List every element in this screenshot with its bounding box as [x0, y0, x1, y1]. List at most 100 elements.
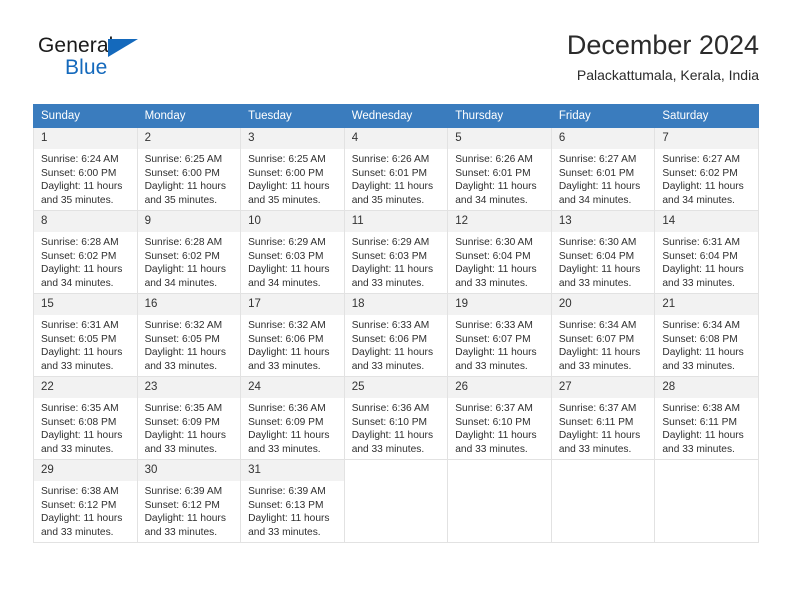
day-number: 22	[34, 377, 137, 398]
calendar-table: Sunday Monday Tuesday Wednesday Thursday…	[33, 104, 759, 543]
sunset-text: Sunset: 6:04 PM	[558, 250, 635, 262]
sunrise-text: Sunrise: 6:29 AM	[351, 237, 430, 248]
sunrise-text: Sunrise: 6:34 AM	[662, 320, 740, 331]
calendar-week-row: 15 Sunrise: 6:31 AM Sunset: 6:05 PM Dayligh…	[33, 293, 759, 377]
calendar-day-cell[interactable]: 10 Sunrise: 6:29 AM Sunset: 6:03 PM Dayligh…	[240, 210, 345, 294]
calendar-day-cell[interactable]: 9 Sunrise: 6:28 AM Sunset: 6:02 PM Daylight…	[136, 210, 242, 294]
sunset-text: Sunset: 6:09 PM	[248, 416, 324, 428]
calendar-day-cell[interactable]: 27 Sunrise: 6:37 AM Sunset: 6:11 PM Dayligh…	[550, 376, 656, 460]
daylight-text: Daylight: 11 hours and 35 minutes.	[248, 181, 330, 206]
calendar-day-cell[interactable]: 8 Sunrise: 6:28 AM Sunset: 6:02 PM Daylight…	[33, 210, 138, 294]
day-info: Sunrise: 6:39 AM Sunset: 6:13 PM Daylight:…	[241, 481, 344, 539]
calendar-day-cell[interactable]: 17 Sunrise: 6:32 AM Sunset: 6:06 PM Dayligh…	[240, 293, 345, 377]
calendar-day-cell[interactable]: 13 Sunrise: 6:30 AM Sunset: 6:04 PM Dayligh…	[550, 210, 656, 294]
daylight-text: Daylight: 11 hours and 34 minutes.	[662, 181, 744, 206]
weekday-header-friday: Friday	[550, 104, 656, 128]
day-info: Sunrise: 6:35 AM Sunset: 6:08 PM Daylight:…	[34, 398, 137, 456]
calendar-day-cell[interactable]: 23 Sunrise: 6:35 AM Sunset: 6:09 PM Dayligh…	[136, 376, 242, 460]
sunset-text: Sunset: 6:03 PM	[248, 250, 324, 262]
calendar-day-cell[interactable]: 20 Sunrise: 6:34 AM Sunset: 6:07 PM Dayligh…	[550, 293, 656, 377]
day-info: Sunrise: 6:26 AM Sunset: 6:01 PM Daylight:…	[448, 149, 551, 207]
daylight-text: Daylight: 11 hours and 33 minutes.	[662, 430, 744, 455]
calendar-day-cell[interactable]: 18 Sunrise: 6:33 AM Sunset: 6:06 PM Dayligh…	[343, 293, 449, 377]
day-info: Sunrise: 6:29 AM Sunset: 6:03 PM Daylight:…	[345, 232, 448, 290]
daylight-text: Daylight: 11 hours and 34 minutes.	[248, 264, 330, 289]
sunrise-text: Sunrise: 6:26 AM	[351, 154, 430, 165]
sunset-text: Sunset: 6:00 PM	[248, 167, 324, 179]
day-info: Sunrise: 6:36 AM Sunset: 6:09 PM Daylight:…	[241, 398, 344, 456]
daylight-text: Daylight: 11 hours and 35 minutes.	[41, 181, 123, 206]
weekday-header-sunday: Sunday	[33, 104, 138, 128]
calendar-day-cell[interactable]: 21 Sunrise: 6:34 AM Sunset: 6:08 PM Dayligh…	[654, 293, 759, 377]
day-number: 19	[448, 294, 551, 315]
calendar-day-cell[interactable]: 11 Sunrise: 6:29 AM Sunset: 6:03 PM Dayligh…	[343, 210, 449, 294]
day-info: Sunrise: 6:27 AM Sunset: 6:01 PM Daylight:…	[552, 149, 655, 207]
day-number	[344, 460, 448, 468]
day-info: Sunrise: 6:32 AM Sunset: 6:05 PM Daylight:…	[138, 315, 241, 373]
day-number: 23	[137, 377, 241, 398]
calendar-day-cell[interactable]: 6 Sunrise: 6:27 AM Sunset: 6:01 PM Daylight…	[550, 127, 656, 211]
sunset-text: Sunset: 6:00 PM	[41, 167, 117, 179]
calendar-day-cell[interactable]: 19 Sunrise: 6:33 AM Sunset: 6:07 PM Dayligh…	[447, 293, 552, 377]
day-info: Sunrise: 6:34 AM Sunset: 6:08 PM Daylight:…	[655, 315, 758, 373]
day-number: 5	[448, 128, 551, 149]
calendar-day-cell[interactable]: 31 Sunrise: 6:39 AM Sunset: 6:13 PM Dayligh…	[240, 459, 345, 543]
calendar-day-cell[interactable]: 5 Sunrise: 6:26 AM Sunset: 6:01 PM Daylight…	[447, 127, 552, 211]
calendar-day-cell[interactable]: 22 Sunrise: 6:35 AM Sunset: 6:08 PM Dayligh…	[33, 376, 138, 460]
calendar-day-cell[interactable]: 16 Sunrise: 6:32 AM Sunset: 6:05 PM Dayligh…	[136, 293, 242, 377]
day-number: 3	[241, 128, 344, 149]
page-subtitle: Palackattumala, Kerala, India	[576, 67, 759, 83]
daylight-text: Daylight: 11 hours and 33 minutes.	[144, 430, 226, 455]
weekday-header-thursday: Thursday	[447, 104, 552, 128]
sunset-text: Sunset: 6:01 PM	[558, 167, 635, 179]
day-info: Sunrise: 6:28 AM Sunset: 6:02 PM Daylight:…	[34, 232, 137, 290]
day-info: Sunrise: 6:36 AM Sunset: 6:10 PM Daylight:…	[345, 398, 448, 456]
sunset-text: Sunset: 6:07 PM	[455, 333, 531, 345]
calendar-day-cell[interactable]: 7 Sunrise: 6:27 AM Sunset: 6:02 PM Daylight…	[654, 127, 759, 211]
sunset-text: Sunset: 6:01 PM	[351, 167, 428, 179]
calendar-day-cell[interactable]: 28 Sunrise: 6:38 AM Sunset: 6:11 PM Dayligh…	[654, 376, 759, 460]
calendar-day-cell[interactable]: 29 Sunrise: 6:38 AM Sunset: 6:12 PM Dayligh…	[33, 459, 138, 543]
daylight-text: Daylight: 11 hours and 33 minutes.	[455, 264, 537, 289]
calendar-day-cell[interactable]: 25 Sunrise: 6:36 AM Sunset: 6:10 PM Dayligh…	[343, 376, 449, 460]
sunrise-text: Sunrise: 6:39 AM	[248, 486, 326, 497]
daylight-text: Daylight: 11 hours and 33 minutes.	[41, 430, 123, 455]
weekday-header-saturday: Saturday	[654, 104, 759, 128]
sunset-text: Sunset: 6:07 PM	[558, 333, 635, 345]
day-number: 12	[448, 211, 551, 232]
sunset-text: Sunset: 6:12 PM	[144, 499, 220, 511]
sunrise-text: Sunrise: 6:30 AM	[558, 237, 637, 248]
calendar-day-cell[interactable]: 4 Sunrise: 6:26 AM Sunset: 6:01 PM Daylight…	[343, 127, 449, 211]
daylight-text: Daylight: 11 hours and 33 minutes.	[455, 347, 537, 372]
calendar-day-cell[interactable]: 26 Sunrise: 6:37 AM Sunset: 6:10 PM Dayligh…	[447, 376, 552, 460]
daylight-text: Daylight: 11 hours and 33 minutes.	[248, 430, 330, 455]
day-number: 31	[241, 460, 344, 481]
calendar-day-cell[interactable]: 3 Sunrise: 6:25 AM Sunset: 6:00 PM Daylight…	[240, 127, 345, 211]
daylight-text: Daylight: 11 hours and 33 minutes.	[248, 347, 330, 372]
day-info: Sunrise: 6:26 AM Sunset: 6:01 PM Daylight:…	[345, 149, 448, 207]
day-number: 20	[551, 294, 655, 315]
calendar-day-cell[interactable]: 30 Sunrise: 6:39 AM Sunset: 6:12 PM Dayligh…	[136, 459, 242, 543]
daylight-text: Daylight: 11 hours and 33 minutes.	[558, 430, 641, 455]
daylight-text: Daylight: 11 hours and 33 minutes.	[455, 430, 537, 455]
calendar-day-cell[interactable]: 14 Sunrise: 6:31 AM Sunset: 6:04 PM Dayligh…	[654, 210, 759, 294]
day-number: 1	[34, 128, 137, 149]
sunset-text: Sunset: 6:02 PM	[41, 250, 117, 262]
sunset-text: Sunset: 6:08 PM	[662, 333, 738, 345]
sunset-text: Sunset: 6:10 PM	[351, 416, 428, 428]
day-number: 17	[241, 294, 344, 315]
day-info: Sunrise: 6:33 AM Sunset: 6:06 PM Daylight:…	[345, 315, 448, 373]
calendar-day-cell-empty	[343, 459, 449, 543]
calendar-day-cell[interactable]: 15 Sunrise: 6:31 AM Sunset: 6:05 PM Dayligh…	[33, 293, 138, 377]
calendar-day-cell[interactable]: 1 Sunrise: 6:24 AM Sunset: 6:00 PM Daylight…	[33, 127, 138, 211]
sunset-text: Sunset: 6:12 PM	[41, 499, 117, 511]
sunset-text: Sunset: 6:11 PM	[662, 416, 737, 428]
sunrise-text: Sunrise: 6:39 AM	[144, 486, 223, 497]
sunrise-text: Sunrise: 6:36 AM	[351, 403, 430, 414]
calendar-day-cell[interactable]: 24 Sunrise: 6:36 AM Sunset: 6:09 PM Dayligh…	[240, 376, 345, 460]
general-blue-logo[interactable]: General Blue	[38, 34, 218, 86]
sunrise-text: Sunrise: 6:35 AM	[144, 403, 223, 414]
calendar-day-cell[interactable]: 2 Sunrise: 6:25 AM Sunset: 6:00 PM Daylight…	[136, 127, 242, 211]
sunrise-text: Sunrise: 6:35 AM	[41, 403, 119, 414]
calendar-day-cell[interactable]: 12 Sunrise: 6:30 AM Sunset: 6:04 PM Dayligh…	[447, 210, 552, 294]
